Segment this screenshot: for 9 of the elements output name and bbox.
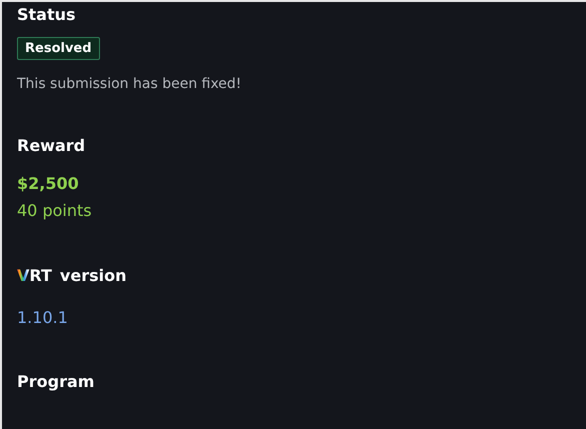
reward-amount: $2,500 (17, 174, 80, 193)
version-value: 1.10.1 (17, 308, 69, 327)
status-badge: Resolved (17, 37, 100, 60)
section-heading: Reward (17, 136, 86, 156)
status-message: This submission has been fixed! (17, 76, 242, 92)
section-heading: Program (17, 372, 96, 392)
section-heading: Status (17, 5, 77, 25)
section-heading: version (60, 266, 126, 286)
reward-points: 40 points (17, 201, 93, 220)
